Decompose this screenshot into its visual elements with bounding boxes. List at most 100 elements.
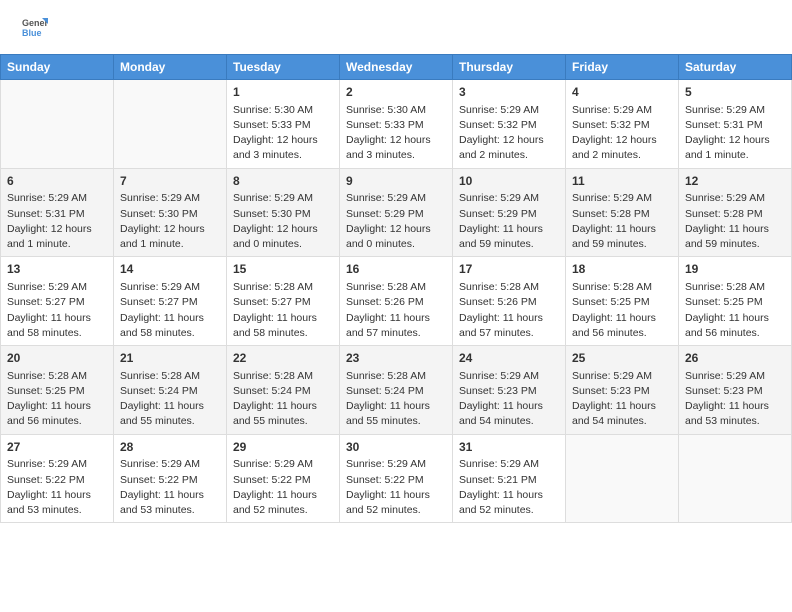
calendar-cell: 29Sunrise: 5:29 AMSunset: 5:22 PMDayligh…	[227, 434, 340, 523]
day-number: 2	[346, 84, 446, 101]
calendar-cell: 16 Sunrise: 5:28 AMSunset: 5:26 PMDayligh…	[340, 257, 453, 346]
day-info: Sunrise: 5:29 AMSunset: 5:30 PMDaylight:…	[233, 191, 333, 252]
day-info: Sunrise: 5:29 AMSunset: 5:22 PMDaylight:…	[7, 457, 107, 518]
day-info: Sunrise: 5:29 AMSunset: 5:27 PMDaylight:…	[120, 280, 220, 341]
logo-icon: General Blue	[20, 16, 48, 38]
day-info: Sunrise: 5:28 AMSunset: 5:26 PMDaylight:…	[459, 280, 559, 341]
day-info: Sunrise: 5:28 AMSunset: 5:25 PMDaylight:…	[572, 280, 672, 341]
svg-text:Blue: Blue	[22, 28, 42, 38]
day-number: 20	[7, 350, 107, 367]
day-number: 8	[233, 173, 333, 190]
calendar-cell: 24 Sunrise: 5:29 AMSunset: 5:23 PMDayligh…	[453, 346, 566, 435]
day-number: 9	[346, 173, 446, 190]
calendar-cell: 2Sunrise: 5:30 AMSunset: 5:33 PMDaylight…	[340, 80, 453, 169]
calendar-cell: 30Sunrise: 5:29 AMSunset: 5:22 PMDayligh…	[340, 434, 453, 523]
calendar-cell: 19Sunrise: 5:28 AMSunset: 5:25 PMDayligh…	[679, 257, 792, 346]
week-row-4: 20 Sunrise: 5:28 AMSunset: 5:25 PMDayligh…	[1, 346, 792, 435]
dow-monday: Monday	[114, 55, 227, 80]
day-info: Sunrise: 5:30 AMSunset: 5:33 PMDaylight:…	[233, 103, 333, 164]
day-info: Sunrise: 5:28 AMSunset: 5:24 PMDaylight:…	[120, 369, 220, 430]
day-number: 17	[459, 261, 559, 278]
day-number: 11	[572, 173, 672, 190]
dow-sunday: Sunday	[1, 55, 114, 80]
day-number: 15	[233, 261, 333, 278]
week-row-1: 1 Sunrise: 5:30 AMSunset: 5:33 PMDaylight…	[1, 80, 792, 169]
calendar-cell: 8Sunrise: 5:29 AMSunset: 5:30 PMDaylight…	[227, 168, 340, 257]
days-of-week-row: SundayMondayTuesdayWednesdayThursdayFrid…	[1, 55, 792, 80]
dow-tuesday: Tuesday	[227, 55, 340, 80]
day-info: Sunrise: 5:29 AMSunset: 5:29 PMDaylight:…	[346, 191, 446, 252]
day-info: Sunrise: 5:29 AMSunset: 5:32 PMDaylight:…	[572, 103, 672, 164]
day-info: Sunrise: 5:29 AMSunset: 5:28 PMDaylight:…	[685, 191, 785, 252]
day-info: Sunrise: 5:28 AMSunset: 5:26 PMDaylight:…	[346, 280, 446, 341]
day-info: Sunrise: 5:28 AMSunset: 5:24 PMDaylight:…	[233, 369, 333, 430]
dow-thursday: Thursday	[453, 55, 566, 80]
day-number: 12	[685, 173, 785, 190]
day-number: 14	[120, 261, 220, 278]
day-info: Sunrise: 5:29 AMSunset: 5:23 PMDaylight:…	[459, 369, 559, 430]
day-number: 23	[346, 350, 446, 367]
calendar-cell: 1 Sunrise: 5:30 AMSunset: 5:33 PMDaylight…	[227, 80, 340, 169]
calendar-cell: 11Sunrise: 5:29 AMSunset: 5:28 PMDayligh…	[566, 168, 679, 257]
calendar-table: SundayMondayTuesdayWednesdayThursdayFrid…	[0, 54, 792, 523]
day-info: Sunrise: 5:29 AMSunset: 5:30 PMDaylight:…	[120, 191, 220, 252]
day-number: 31	[459, 439, 559, 456]
calendar-cell: 5 Sunrise: 5:29 AMSunset: 5:31 PMDaylight…	[679, 80, 792, 169]
week-row-3: 13Sunrise: 5:29 AMSunset: 5:27 PMDayligh…	[1, 257, 792, 346]
dow-saturday: Saturday	[679, 55, 792, 80]
day-number: 27	[7, 439, 107, 456]
calendar-cell	[1, 80, 114, 169]
day-number: 28	[120, 439, 220, 456]
day-number: 18	[572, 261, 672, 278]
calendar-cell: 9Sunrise: 5:29 AMSunset: 5:29 PMDaylight…	[340, 168, 453, 257]
day-info: Sunrise: 5:28 AMSunset: 5:25 PMDaylight:…	[685, 280, 785, 341]
calendar-cell: 13Sunrise: 5:29 AMSunset: 5:27 PMDayligh…	[1, 257, 114, 346]
calendar-cell: 4 Sunrise: 5:29 AMSunset: 5:32 PMDaylight…	[566, 80, 679, 169]
calendar-cell: 23 Sunrise: 5:28 AMSunset: 5:24 PMDayligh…	[340, 346, 453, 435]
day-number: 29	[233, 439, 333, 456]
day-info: Sunrise: 5:29 AMSunset: 5:23 PMDaylight:…	[685, 369, 785, 430]
day-info: Sunrise: 5:29 AMSunset: 5:23 PMDaylight:…	[572, 369, 672, 430]
day-number: 30	[346, 439, 446, 456]
day-info: Sunrise: 5:29 AMSunset: 5:22 PMDaylight:…	[233, 457, 333, 518]
day-number: 10	[459, 173, 559, 190]
calendar-cell: 28Sunrise: 5:29 AMSunset: 5:22 PMDayligh…	[114, 434, 227, 523]
day-info: Sunrise: 5:29 AMSunset: 5:31 PMDaylight:…	[685, 103, 785, 164]
calendar-cell: 27Sunrise: 5:29 AMSunset: 5:22 PMDayligh…	[1, 434, 114, 523]
calendar-subtitle	[0, 42, 792, 54]
calendar-cell	[114, 80, 227, 169]
day-info: Sunrise: 5:29 AMSunset: 5:22 PMDaylight:…	[120, 457, 220, 518]
calendar-cell: 18 Sunrise: 5:28 AMSunset: 5:25 PMDayligh…	[566, 257, 679, 346]
day-info: Sunrise: 5:29 AMSunset: 5:27 PMDaylight:…	[7, 280, 107, 341]
day-number: 5	[685, 84, 785, 101]
calendar-cell: 12Sunrise: 5:29 AMSunset: 5:28 PMDayligh…	[679, 168, 792, 257]
day-number: 7	[120, 173, 220, 190]
calendar-cell: 21 Sunrise: 5:28 AMSunset: 5:24 PMDayligh…	[114, 346, 227, 435]
week-row-2: 6Sunrise: 5:29 AMSunset: 5:31 PMDaylight…	[1, 168, 792, 257]
day-number: 6	[7, 173, 107, 190]
calendar-cell: 31Sunrise: 5:29 AMSunset: 5:21 PMDayligh…	[453, 434, 566, 523]
day-info: Sunrise: 5:28 AMSunset: 5:27 PMDaylight:…	[233, 280, 333, 341]
day-number: 4	[572, 84, 672, 101]
calendar-cell: 10Sunrise: 5:29 AMSunset: 5:29 PMDayligh…	[453, 168, 566, 257]
day-number: 1	[233, 84, 333, 101]
calendar-cell: 14 Sunrise: 5:29 AMSunset: 5:27 PMDayligh…	[114, 257, 227, 346]
day-number: 22	[233, 350, 333, 367]
dow-wednesday: Wednesday	[340, 55, 453, 80]
day-number: 16	[346, 261, 446, 278]
calendar-cell	[679, 434, 792, 523]
day-info: Sunrise: 5:29 AMSunset: 5:32 PMDaylight:…	[459, 103, 559, 164]
day-info: Sunrise: 5:29 AMSunset: 5:29 PMDaylight:…	[459, 191, 559, 252]
day-number: 3	[459, 84, 559, 101]
calendar-cell: 6Sunrise: 5:29 AMSunset: 5:31 PMDaylight…	[1, 168, 114, 257]
dow-friday: Friday	[566, 55, 679, 80]
calendar-cell: 26Sunrise: 5:29 AMSunset: 5:23 PMDayligh…	[679, 346, 792, 435]
day-info: Sunrise: 5:28 AMSunset: 5:25 PMDaylight:…	[7, 369, 107, 430]
day-number: 24	[459, 350, 559, 367]
calendar-cell	[566, 434, 679, 523]
day-info: Sunrise: 5:29 AMSunset: 5:28 PMDaylight:…	[572, 191, 672, 252]
day-info: Sunrise: 5:28 AMSunset: 5:24 PMDaylight:…	[346, 369, 446, 430]
day-number: 25	[572, 350, 672, 367]
day-number: 21	[120, 350, 220, 367]
day-info: Sunrise: 5:29 AMSunset: 5:21 PMDaylight:…	[459, 457, 559, 518]
